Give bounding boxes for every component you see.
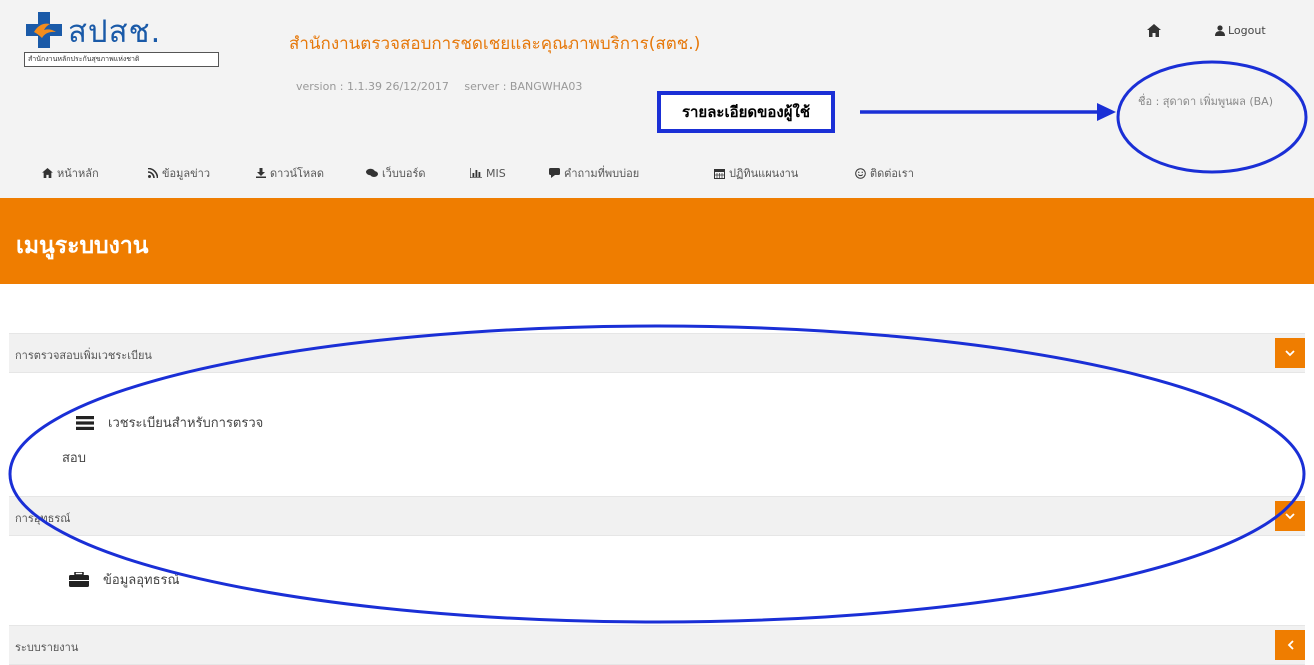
nav-label: ปฏิทินแผนงาน — [729, 167, 799, 180]
panel-header-medical-records[interactable]: การตรวจสอบเพิ่มเวชระเบียน — [9, 333, 1305, 373]
nav-item-faq[interactable]: คำถามที่พบบ่อย — [549, 164, 639, 182]
nav-label: MIS — [486, 166, 506, 180]
bar-chart-icon — [470, 168, 482, 178]
nav-item-news[interactable]: ข้อมูลข่าว — [148, 164, 210, 182]
nav-label: ข้อมูลข่าว — [162, 167, 210, 180]
chevron-down-icon — [1285, 349, 1295, 356]
panel-header-reports[interactable]: ระบบรายงาน — [9, 625, 1305, 665]
main-nav: หน้าหลัก ข้อมูลข่าว ดาวน์โหลด เว็บบอร์ด … — [0, 148, 1314, 198]
chevron-down-icon — [1285, 512, 1295, 519]
home-icon — [1147, 23, 1161, 37]
menu-item-label: เวชระเบียนสำหรับการตรวจ — [108, 416, 264, 431]
home-icon — [42, 168, 53, 178]
menu-item-medical-records[interactable]: เวชระเบียนสำหรับการตรวจ — [76, 412, 263, 433]
menu-item-appeal-data[interactable]: ข้อมูลอุทธรณ์ — [69, 569, 180, 590]
calendar-icon — [714, 168, 725, 179]
user-name: ชื่อ : สุดาดา เพิ่มพูนผล (BA) — [1138, 95, 1273, 108]
panel-header-appeal[interactable]: การอุทธรณ์ — [9, 496, 1305, 536]
nav-item-contact[interactable]: ติดต่อเรา — [855, 164, 914, 182]
panel-title: การตรวจสอบเพิ่มเวชระเบียน — [15, 349, 152, 362]
briefcase-icon — [69, 572, 89, 587]
logo-text: สปสช. — [68, 14, 162, 50]
comment-icon — [549, 168, 560, 178]
nav-item-home[interactable]: หน้าหลัก — [42, 164, 99, 182]
user-detail-annotation-label: รายละเอียดของผู้ใช้ — [657, 91, 835, 133]
logout-label: Logout — [1228, 23, 1266, 37]
nav-label: ติดต่อเรา — [870, 167, 914, 180]
chevron-left-icon — [1287, 640, 1294, 650]
nav-item-calendar[interactable]: ปฏิทินแผนงาน — [714, 164, 798, 182]
download-icon — [256, 168, 266, 178]
server-text: server : BANGWHA03 — [464, 80, 583, 93]
rss-icon — [148, 168, 158, 178]
list-icon — [76, 415, 94, 430]
panel-toggle-button[interactable] — [1275, 338, 1305, 368]
nav-item-webboard[interactable]: เว็บบอร์ด — [366, 164, 426, 182]
page-title-bar: เมนูระบบงาน — [0, 198, 1314, 284]
comments-icon — [366, 168, 378, 177]
nav-label: หน้าหลัก — [57, 167, 99, 180]
page-title: เมนูระบบงาน — [16, 233, 149, 259]
logo-subtitle: สำนักงานหลักประกันสุขภาพแห่งชาติ — [24, 52, 219, 67]
nav-item-download[interactable]: ดาวน์โหลด — [256, 164, 324, 182]
menu-item-label: ข้อมูลอุทธรณ์ — [103, 573, 180, 588]
panel-title: ระบบรายงาน — [15, 641, 79, 654]
panel-toggle-button[interactable] — [1275, 501, 1305, 531]
logout-button[interactable]: Logout — [1215, 20, 1266, 40]
version-info: version : 1.1.39 26/12/2017 server : BAN… — [296, 80, 594, 93]
home-button[interactable] — [1140, 18, 1168, 42]
logo-mark-icon — [26, 12, 62, 48]
nav-label: ดาวน์โหลด — [270, 167, 325, 180]
smile-icon — [855, 167, 866, 179]
menu-item-label-continued[interactable]: สอบ — [62, 447, 86, 468]
nav-label: เว็บบอร์ด — [382, 167, 426, 180]
user-icon — [1215, 24, 1225, 36]
panel-toggle-button[interactable] — [1275, 630, 1305, 660]
nhso-logo[interactable]: สปสช. สำนักงานหลักประกันสุขภาพแห่งชาติ — [24, 8, 219, 67]
nav-item-mis[interactable]: MIS — [470, 164, 506, 182]
version-text: version : 1.1.39 26/12/2017 — [296, 80, 449, 93]
panel-title: การอุทธรณ์ — [15, 512, 71, 525]
org-title: สำนักงานตรวจสอบการชดเชยและคุณภาพบริการ(ส… — [289, 34, 701, 54]
nav-label: คำถามที่พบบ่อย — [564, 167, 640, 180]
